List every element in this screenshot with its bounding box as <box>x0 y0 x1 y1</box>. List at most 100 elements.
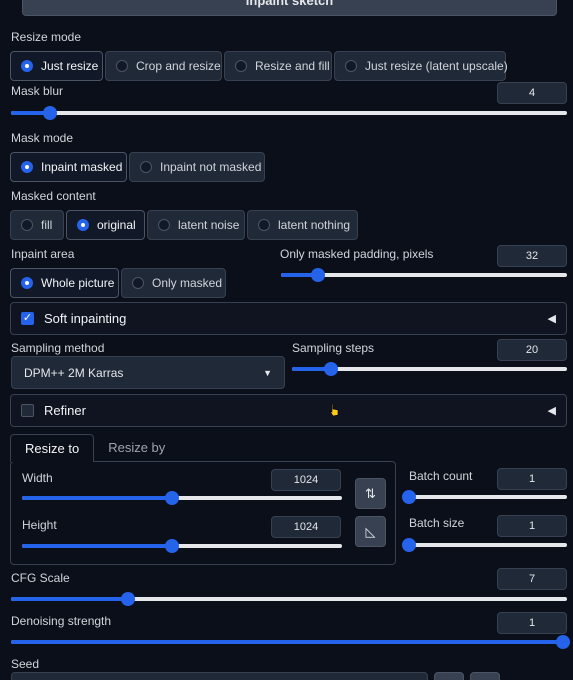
random-seed-button[interactable] <box>434 672 464 680</box>
slider-thumb[interactable] <box>402 538 416 552</box>
mask-mode-inpaint-masked[interactable]: Inpaint masked <box>10 152 127 182</box>
radio-dot <box>21 277 33 289</box>
denoising-number[interactable]: 1 <box>497 612 567 634</box>
batch-count-number[interactable]: 1 <box>497 468 567 490</box>
tab-resize-to[interactable]: Resize to <box>10 434 95 462</box>
masked-content-latent-noise[interactable]: latent noise <box>147 210 245 240</box>
inpaint-area-group: Whole picture Only masked <box>10 268 226 298</box>
radio-dot <box>21 161 33 173</box>
slider-thumb[interactable] <box>323 362 338 376</box>
denoising-label: Denoising strength <box>11 614 112 628</box>
slider-fill <box>22 544 173 548</box>
resize-mode-group: Just resize Crop and resize Resize and f… <box>10 51 508 81</box>
padding-label: Only masked padding, pixels <box>280 247 434 261</box>
radio-label: Only masked <box>152 276 223 290</box>
resize-mode-just-resize[interactable]: Just resize <box>10 51 103 81</box>
radio-dot <box>116 60 128 72</box>
radio-label: Just resize (latent upscale) <box>365 59 508 73</box>
masked-content-original[interactable]: original <box>66 210 145 240</box>
width-label: Width <box>22 471 53 485</box>
radio-dot <box>132 277 144 289</box>
radio-dot <box>258 219 270 231</box>
cfg-scale-slider[interactable] <box>11 591 567 607</box>
sampling-steps-number[interactable]: 20 <box>497 339 567 361</box>
inpaint-area-only-masked[interactable]: Only masked <box>121 268 226 298</box>
swap-dimensions-button[interactable]: ⇅ <box>355 478 386 509</box>
height-number[interactable]: 1024 <box>271 516 341 538</box>
resize-mode-crop-and-resize[interactable]: Crop and resize <box>105 51 222 81</box>
mask-mode-inpaint-not-masked[interactable]: Inpaint not masked <box>129 152 265 182</box>
batch-size-number[interactable]: 1 <box>497 515 567 537</box>
radio-dot <box>77 219 89 231</box>
masked-content-label: Masked content <box>11 189 96 203</box>
slider-fill <box>22 496 173 500</box>
radio-label: Inpaint masked <box>41 160 123 174</box>
slider-fill <box>11 640 563 644</box>
slider-thumb[interactable] <box>120 592 135 606</box>
cfg-scale-label: CFG Scale <box>11 571 70 585</box>
sampling-steps-slider[interactable] <box>292 361 567 377</box>
reuse-seed-button[interactable] <box>470 672 500 680</box>
radio-dot <box>235 60 247 72</box>
pointer-cursor-icon <box>329 403 339 417</box>
width-number[interactable]: 1024 <box>271 469 341 491</box>
radio-label: Crop and resize <box>136 59 221 73</box>
radio-label: fill <box>41 218 53 232</box>
soft-inpainting-checkbox[interactable]: ✓ <box>21 312 34 325</box>
resize-mode-resize-and-fill[interactable]: Resize and fill <box>224 51 332 81</box>
sampling-method-dropdown[interactable]: DPM++ 2M Karras ▼ <box>11 356 285 389</box>
batch-count-label: Batch count <box>409 469 473 483</box>
cfg-scale-number[interactable]: 7 <box>497 568 567 590</box>
slider-fill <box>11 597 128 601</box>
denoising-slider[interactable] <box>11 634 570 650</box>
soft-inpainting-label: Soft inpainting <box>44 311 127 326</box>
padding-slider[interactable] <box>281 267 567 283</box>
slider-thumb[interactable] <box>42 106 57 120</box>
slider-thumb[interactable] <box>402 490 416 504</box>
slider-thumb[interactable] <box>556 635 570 649</box>
mask-blur-number[interactable]: 4 <box>497 82 567 104</box>
inpaint-sketch-button[interactable]: Inpaint sketch <box>22 0 557 16</box>
resize-mode-latent-upscale[interactable]: Just resize (latent upscale) <box>334 51 508 81</box>
mask-blur-label: Mask blur <box>11 84 64 98</box>
slider-thumb[interactable] <box>165 539 180 553</box>
aspect-ratio-button[interactable]: ◺ <box>355 516 386 547</box>
radio-label: Resize and fill <box>255 59 330 73</box>
radio-dot <box>345 60 357 72</box>
refiner-accordion[interactable]: Refiner ◀ <box>10 394 567 427</box>
slider-thumb[interactable] <box>165 491 180 505</box>
soft-inpainting-accordion[interactable]: ✓ Soft inpainting ◀ <box>10 302 567 335</box>
caret-left-icon[interactable]: ◀ <box>548 312 556 325</box>
padding-number[interactable]: 32 <box>497 245 567 267</box>
radio-label: Just resize <box>41 59 99 73</box>
radio-label: original <box>97 218 136 232</box>
radio-label: Whole picture <box>41 276 115 290</box>
seed-input[interactable] <box>11 672 428 680</box>
resize-tabs: Resize to Resize by <box>10 434 179 462</box>
width-slider[interactable] <box>22 490 342 506</box>
slider-thumb[interactable] <box>311 268 326 282</box>
batch-count-slider[interactable] <box>402 489 567 505</box>
inpaint-area-whole-picture[interactable]: Whole picture <box>10 268 119 298</box>
refiner-label: Refiner <box>44 403 86 418</box>
slider-track <box>409 543 567 547</box>
radio-dot <box>158 219 170 231</box>
tab-resize-by[interactable]: Resize by <box>94 434 179 462</box>
masked-content-latent-nothing[interactable]: latent nothing <box>247 210 358 240</box>
radio-dot <box>21 219 33 231</box>
triangle-ruler-icon: ◺ <box>365 523 376 539</box>
seed-label: Seed <box>11 657 40 671</box>
refiner-checkbox[interactable] <box>21 404 34 417</box>
mask-blur-slider[interactable] <box>11 105 567 121</box>
slider-track <box>11 111 567 115</box>
radio-label: Inpaint not masked <box>160 160 262 174</box>
mask-mode-group: Inpaint masked Inpaint not masked <box>10 152 265 182</box>
radio-label: latent noise <box>178 218 240 232</box>
masked-content-fill[interactable]: fill <box>10 210 64 240</box>
caret-left-icon[interactable]: ◀ <box>548 404 556 417</box>
height-slider[interactable] <box>22 538 342 554</box>
sampling-method-label: Sampling method <box>11 341 105 355</box>
swap-icon: ⇅ <box>365 485 376 501</box>
slider-track <box>409 495 567 499</box>
batch-size-slider[interactable] <box>402 537 567 553</box>
